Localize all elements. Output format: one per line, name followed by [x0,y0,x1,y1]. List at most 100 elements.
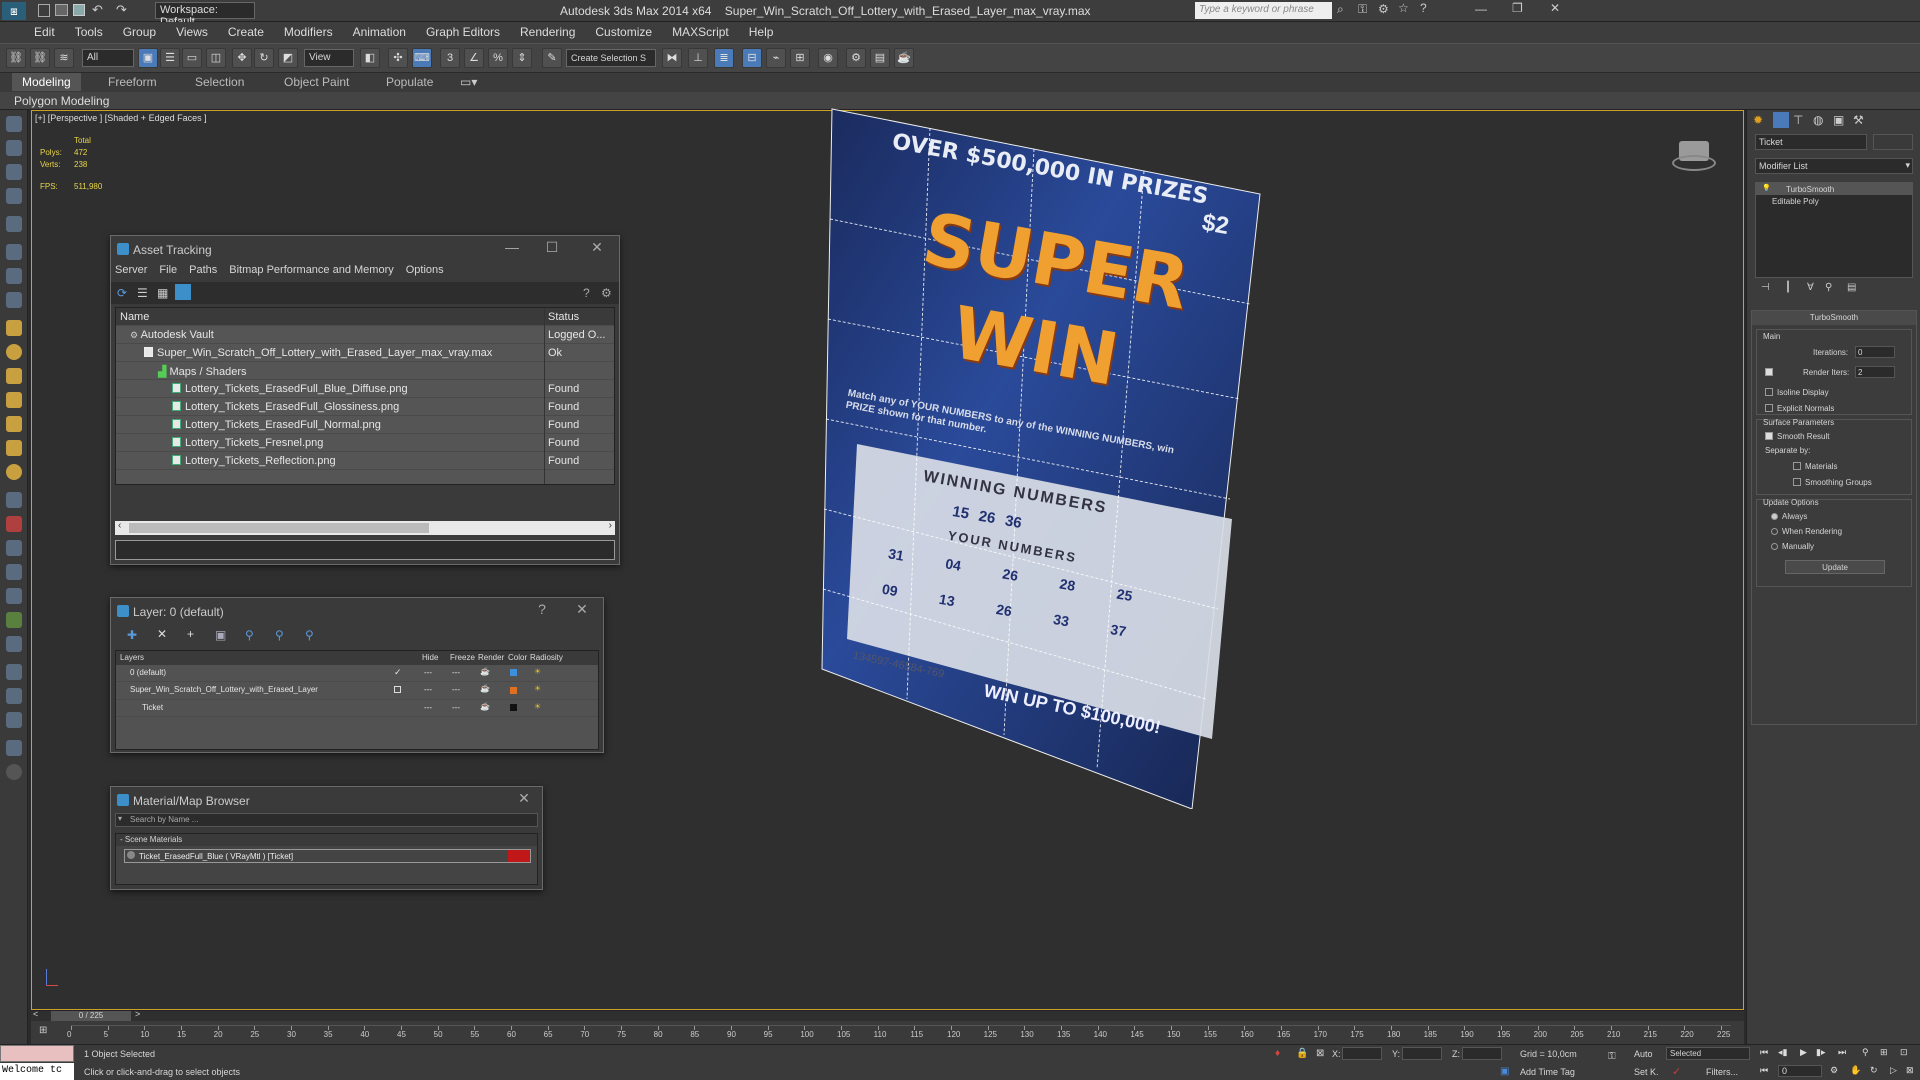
cone-icon[interactable] [6,416,22,432]
time-slider-thumb[interactable]: 0 / 225 [51,1011,131,1021]
menu-graph-editors[interactable]: Graph Editors [416,22,510,39]
tab-freeform[interactable]: Freeform [108,75,157,89]
asset-row[interactable]: Super_Win_Scratch_Off_Lottery_with_Erase… [116,344,614,362]
mmb-list[interactable]: - Scene Materials Ticket_ErasedFull_Blue… [115,833,538,885]
material-editor-icon[interactable]: ◉ [818,48,838,68]
new-layer-icon[interactable]: ✚ [127,628,137,642]
list-icon[interactable]: ☰ [137,286,148,300]
col-status[interactable]: Status [548,311,579,323]
close-icon[interactable]: ✕ [586,239,608,256]
tool-icon-21[interactable] [6,612,22,628]
lottery-ticket-object[interactable]: OVER $500,000 IN PRIZES $2 SUPER WIN Mat… [812,99,1272,810]
add-to-layer-icon[interactable]: + [187,627,194,641]
tool-icon-22[interactable] [6,636,22,652]
zoom-all-icon[interactable]: ⊞ [1880,1047,1888,1058]
tab-object-paint[interactable]: Object Paint [284,75,349,89]
timeline[interactable]: < 0 / 225 > 0 5 10 15 20 25 30 35 40 45 50 55 60 65 70… [31,1009,1744,1044]
help-circle-icon[interactable] [6,764,22,780]
isolate-icon[interactable]: ♦ [1275,1048,1280,1059]
at-menu-paths[interactable]: Paths [189,264,217,276]
material-item[interactable]: Ticket_ErasedFull_Blue ( VRayMtl ) [Tick… [124,849,531,863]
search-dropdown-icon[interactable]: ▾ [118,814,122,823]
bulb-icon[interactable]: 💡 [1762,184,1771,192]
at-menu-server[interactable]: Server [115,264,147,276]
rotate-icon[interactable]: ↻ [254,48,274,68]
asset-row[interactable]: Lottery_Tickets_ErasedFull_Glossiness.pn… [116,398,614,416]
render-iters-checkbox[interactable] [1765,368,1777,377]
pin-stack-icon[interactable]: ⊣ [1761,282,1770,293]
hide-toggle[interactable]: --- [424,685,432,694]
explicit-normals-checkbox[interactable]: Explicit Normals [1765,404,1834,413]
col-layers[interactable]: Layers [120,653,144,662]
tool-icon-18[interactable] [6,540,22,556]
tool-icon-3[interactable] [6,164,22,180]
sphere-icon[interactable] [6,344,22,360]
layer-titlebar[interactable]: Layer: 0 (default) ? ✕ [111,598,603,624]
absolute-mode-icon[interactable]: ⊠ [1316,1048,1324,1059]
auto-key-button[interactable]: Auto [1634,1049,1653,1059]
freeze-toggle[interactable]: --- [452,668,460,677]
always-radio[interactable]: Always [1771,512,1807,521]
isoline-checkbox[interactable]: Isoline Display [1765,388,1829,397]
scroll-thumb[interactable] [129,523,429,533]
tool-icon-2[interactable] [6,140,22,156]
rendered-frame-window-icon[interactable]: ▤ [870,48,890,68]
tool-icon-23[interactable] [6,664,22,680]
help-icon[interactable]: ? [583,286,590,300]
unlink-icon[interactable]: ⛓ [30,48,50,68]
maxscript-listener[interactable] [0,1045,74,1062]
freeze-all-icon[interactable]: ⚲ [305,628,314,642]
slider-next-icon[interactable]: > [135,1009,140,1019]
snaps-toggle-icon[interactable]: 3 [440,48,460,68]
z-coordinate-field[interactable] [1462,1047,1502,1060]
maxscript-welcome[interactable]: Welcome tc [0,1063,74,1080]
col-hide[interactable]: Hide [422,653,438,662]
hide-toggle[interactable]: --- [424,668,432,677]
menu-group[interactable]: Group [113,22,166,39]
render-production-icon[interactable]: ☕ [894,48,914,68]
close-window-button[interactable]: ✕ [1550,1,1560,15]
menu-edit[interactable]: Edit [24,22,65,39]
time-tag-icon[interactable]: ▣ [1500,1066,1509,1077]
viewcube[interactable] [1672,137,1716,177]
scroll-right-icon[interactable]: › [609,520,612,531]
modifier-stack[interactable]: 💡 TurboSmooth Editable Poly [1755,182,1913,278]
layer-color-swatch[interactable] [510,704,517,711]
modifier-list-dropdown[interactable]: Modifier List ▾ [1755,158,1913,174]
time-config-icon[interactable]: ⚙ [1830,1065,1838,1076]
rollout-title[interactable]: TurboSmooth [1752,311,1916,325]
make-unique-icon[interactable]: ∀ [1807,282,1814,293]
object-color-swatch[interactable] [1873,134,1913,150]
favorites-star-icon[interactable]: ☆ [1398,1,1409,15]
maximize-viewport-icon[interactable]: ⊠ [1906,1065,1914,1076]
maximize-window-button[interactable]: ❐ [1512,1,1523,15]
y-coordinate-field[interactable] [1402,1047,1442,1060]
materials-checkbox[interactable]: Materials [1793,462,1837,471]
mini-curve-editor-icon[interactable]: ⊞ [39,1025,47,1036]
zoom-extents-icon[interactable]: ⊡ [1900,1047,1908,1058]
configure-sets-icon[interactable]: ▤ [1847,282,1856,293]
scroll-left-icon[interactable]: ‹ [118,520,121,531]
schematic-view-icon[interactable]: ⊞ [790,48,810,68]
asset-row[interactable]: Lottery_Tickets_ErasedFull_Blue_Diffuse.… [116,380,614,398]
highlight-layer-icon[interactable]: ⚲ [245,628,254,642]
viewport-label[interactable]: [+] [Perspective ] [Shaded + Edged Faces… [35,113,207,123]
zoom-icon[interactable]: ⚲ [1862,1047,1869,1058]
named-selection-dropdown[interactable]: Create Selection S [566,49,656,67]
mmb-search-input[interactable]: ▾ Search by Name ... [115,813,538,827]
prev-frame-icon[interactable]: ◂▮ [1778,1047,1787,1058]
utilities-tab-icon[interactable]: ⚒ [1853,113,1864,127]
menu-views[interactable]: Views [166,22,218,39]
menu-tools[interactable]: Tools [65,22,113,39]
scene-explorer-icon[interactable]: ⊟ [742,48,762,68]
move-icon[interactable]: ✥ [232,48,252,68]
current-frame-field[interactable]: 0 [1778,1065,1822,1077]
undo-icon[interactable]: ↶ [92,2,103,18]
menu-rendering[interactable]: Rendering [510,22,585,39]
lock-selection-icon[interactable]: 🔒 [1296,1048,1308,1059]
layer-window[interactable]: Layer: 0 (default) ? ✕ ✚ ✕ + ▣ ⚲ ⚲ ⚲ Lay… [110,597,604,753]
tool-icon-1[interactable] [6,116,22,132]
hide-all-icon[interactable]: ⚲ [275,628,284,642]
maximize-icon[interactable]: ☐ [541,239,563,256]
select-object-icon[interactable]: ▣ [138,48,158,68]
